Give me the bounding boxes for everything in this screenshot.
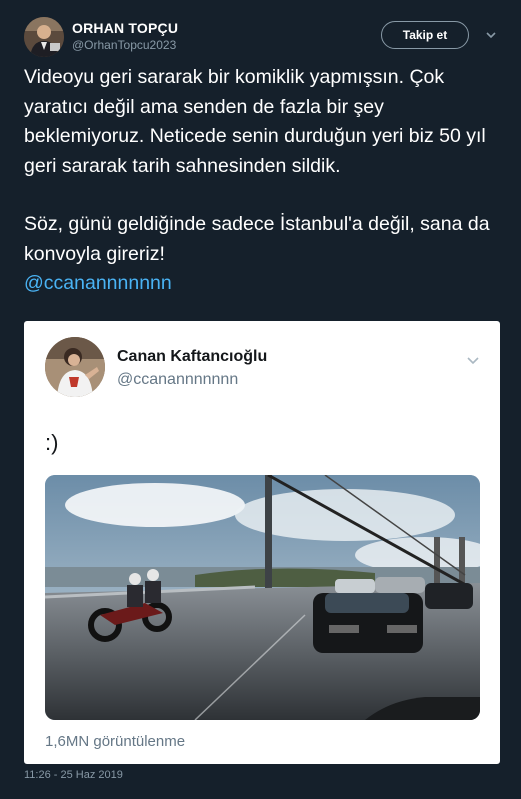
- author-display-name[interactable]: ORHAN TOPÇU: [72, 20, 178, 36]
- tweet-text: Videoyu geri sararak bir komiklik yapmış…: [24, 63, 504, 299]
- tweet-timestamp[interactable]: 11:26 - 25 Haz 2019: [24, 769, 123, 781]
- tweet-paragraph-2: Söz, günü geldiğinde sadece İstanbul'a d…: [24, 213, 490, 265]
- mention-link[interactable]: @ccanannnnnnn: [24, 272, 172, 294]
- quoted-tweet-text: :): [45, 430, 59, 455]
- quoted-author-avatar[interactable]: [45, 337, 105, 397]
- author-avatar[interactable]: [24, 17, 64, 57]
- quoted-display-name[interactable]: Canan Kaftancıoğlu: [117, 348, 267, 366]
- quoted-tweet-card[interactable]: Canan Kaftancıoğlu @ccanannnnnnn :) 1,6M…: [24, 321, 500, 764]
- quoted-handle[interactable]: @ccanannnnnnn: [117, 371, 238, 389]
- chevron-down-icon[interactable]: [484, 28, 498, 42]
- video-view-count: 1,6MN görüntülenme: [45, 733, 186, 750]
- chevron-down-icon[interactable]: [465, 352, 481, 368]
- author-handle[interactable]: @OrhanTopcu2023: [72, 38, 176, 52]
- follow-button[interactable]: Takip et: [381, 21, 469, 49]
- tweet-paragraph-1: Videoyu geri sararak bir komiklik yapmış…: [24, 66, 486, 177]
- video-player[interactable]: [45, 475, 480, 720]
